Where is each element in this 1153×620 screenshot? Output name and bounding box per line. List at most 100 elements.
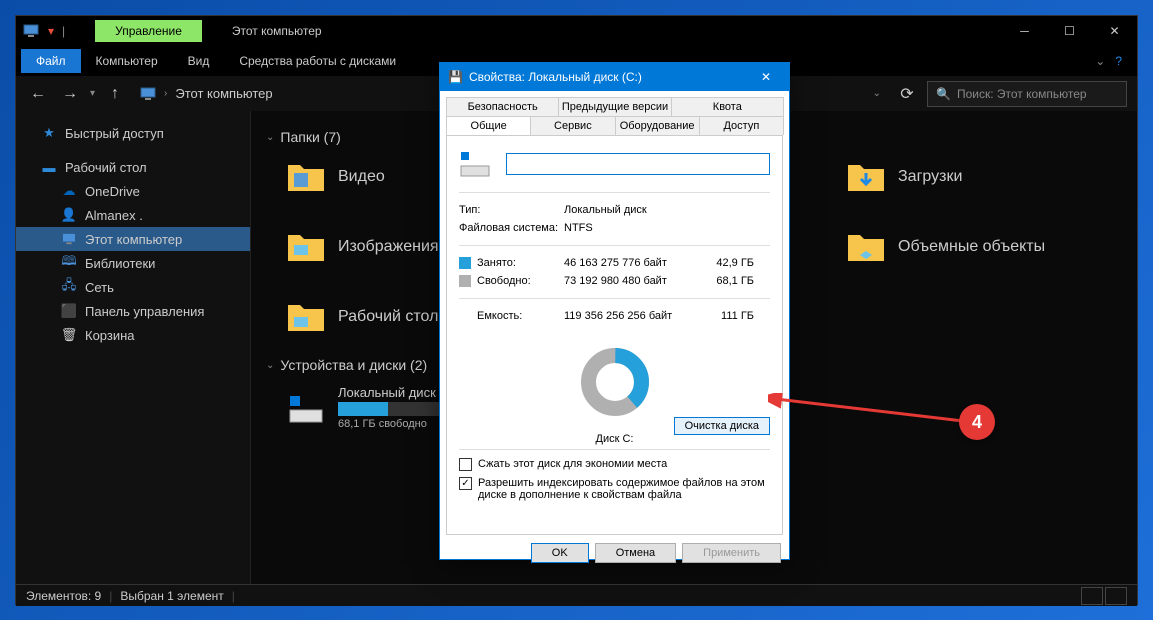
sidebar-recycle-bin[interactable]: 🗑Корзина — [16, 323, 250, 347]
used-gb: 42,9 ГБ — [694, 257, 754, 269]
folder-icon — [846, 157, 886, 197]
control-panel-icon: ⬛ — [61, 303, 77, 319]
libraries-icon: 🕮 — [61, 255, 77, 271]
type-label: Тип: — [459, 204, 564, 216]
menu-file[interactable]: Файл — [21, 49, 81, 73]
used-bytes: 46 163 275 776 байт — [564, 257, 694, 269]
apply-button[interactable]: Применить — [682, 543, 781, 563]
ok-button[interactable]: OK — [531, 543, 589, 563]
tab-access[interactable]: Доступ — [699, 116, 784, 135]
type-value: Локальный диск — [564, 204, 647, 216]
folder-downloads[interactable]: Загрузки — [846, 157, 1046, 197]
dialog-titlebar[interactable]: 💾 Свойства: Локальный диск (C:) ✕ — [440, 63, 789, 91]
network-icon: 🖧 — [61, 279, 77, 295]
close-button[interactable]: ✕ — [1092, 16, 1137, 46]
recycle-bin-icon: 🗑 — [61, 327, 77, 343]
drive-label-input[interactable] — [506, 153, 770, 175]
folder-icon — [286, 227, 326, 267]
pin-icon: ▾ — [48, 24, 54, 38]
menu-view[interactable]: Вид — [173, 49, 225, 73]
fs-label: Файловая система: — [459, 222, 564, 234]
desktop-icon: ▬ — [41, 159, 57, 175]
star-icon: ★ — [41, 125, 57, 141]
address-text: Этот компьютер — [175, 86, 272, 101]
dialog-close-button[interactable]: ✕ — [751, 70, 781, 84]
ribbon-manage-tab[interactable]: Управление — [95, 20, 202, 42]
status-selected: Выбран 1 элемент — [120, 589, 223, 603]
back-button[interactable]: ← — [26, 82, 50, 106]
this-pc-icon — [61, 231, 77, 247]
forward-button[interactable]: → — [58, 82, 82, 106]
refresh-button[interactable]: ⟳ — [895, 82, 919, 106]
index-checkbox-row[interactable]: ✓ Разрешить индексировать содержимое фай… — [459, 477, 770, 501]
free-gb: 68,1 ГБ — [694, 275, 754, 287]
sidebar-quick-access[interactable]: ★Быстрый доступ — [16, 121, 250, 145]
properties-dialog: 💾 Свойства: Локальный диск (C:) ✕ Безопа… — [439, 62, 790, 560]
used-label: Занято: — [477, 257, 516, 269]
this-pc-icon — [140, 87, 156, 101]
folder-icon — [286, 297, 326, 337]
free-label: Свободно: — [477, 275, 531, 287]
used-swatch — [459, 257, 471, 269]
tab-service[interactable]: Сервис — [530, 116, 615, 135]
index-label: Разрешить индексировать содержимое файло… — [478, 477, 770, 501]
tab-general[interactable]: Общие — [446, 116, 531, 135]
sidebar-this-pc[interactable]: Этот компьютер — [16, 227, 250, 251]
folder-icon — [846, 227, 886, 267]
this-pc-icon — [16, 16, 46, 46]
view-icons-button[interactable] — [1105, 587, 1127, 605]
annotation-badge: 4 — [959, 404, 995, 440]
compress-checkbox-row[interactable]: Сжать этот диск для экономии места — [459, 458, 770, 471]
drive-icon — [459, 148, 491, 180]
checkbox-checked-icon: ✓ — [459, 477, 472, 490]
capacity-label: Емкость: — [459, 310, 564, 322]
capacity-bytes: 119 356 256 256 байт — [564, 310, 694, 322]
disk-usage-donut — [580, 347, 650, 417]
cloud-icon: ☁ — [61, 183, 77, 199]
sidebar-user[interactable]: 👤Almanex . — [16, 203, 250, 227]
history-dropdown-icon[interactable]: ▾ — [90, 88, 95, 99]
drive-icon: 💾 — [448, 70, 463, 84]
titlebar: ▾ | Управление Этот компьютер ─ ☐ ✕ — [16, 16, 1137, 46]
user-icon: 👤 — [61, 207, 77, 223]
navigation-pane: ★Быстрый доступ ▬Рабочий стол ☁OneDrive … — [16, 111, 251, 584]
search-input[interactable]: 🔍 Поиск: Этот компьютер — [927, 81, 1127, 107]
tab-general-content: Тип:Локальный диск Файловая система:NTFS… — [446, 135, 783, 535]
sidebar-onedrive[interactable]: ☁OneDrive — [16, 179, 250, 203]
ribbon-expand-icon[interactable]: ⌄ — [1095, 54, 1105, 68]
tab-security[interactable]: Безопасность — [446, 97, 559, 116]
checkbox-unchecked-icon — [459, 458, 472, 471]
sidebar-desktop[interactable]: ▬Рабочий стол — [16, 155, 250, 179]
disk-cleanup-button[interactable]: Очистка диска — [674, 417, 770, 435]
folder-3d-objects[interactable]: Объемные объекты — [846, 227, 1046, 267]
sidebar-libraries[interactable]: 🕮Библиотеки — [16, 251, 250, 275]
menu-computer[interactable]: Компьютер — [81, 49, 173, 73]
drive-icon — [286, 388, 326, 428]
compress-label: Сжать этот диск для экономии места — [478, 458, 667, 470]
search-placeholder: Поиск: Этот компьютер — [957, 87, 1087, 101]
statusbar: Элементов: 9 | Выбран 1 элемент | — [16, 584, 1137, 606]
up-button[interactable]: ↑ — [103, 82, 127, 106]
disk-label: Диск C: — [596, 433, 634, 445]
search-icon: 🔍 — [936, 87, 951, 101]
sidebar-network[interactable]: 🖧Сеть — [16, 275, 250, 299]
minimize-button[interactable]: ─ — [1002, 16, 1047, 46]
view-details-button[interactable] — [1081, 587, 1103, 605]
dialog-title-text: Свойства: Локальный диск (C:) — [469, 70, 642, 84]
tab-hardware[interactable]: Оборудование — [615, 116, 700, 135]
menu-disk-tools[interactable]: Средства работы с дисками — [224, 49, 411, 73]
maximize-button[interactable]: ☐ — [1047, 16, 1092, 46]
help-icon[interactable]: ? — [1115, 54, 1122, 68]
ribbon-context-label: Этот компьютер — [202, 20, 352, 42]
cancel-button[interactable]: Отмена — [595, 543, 676, 563]
folder-icon — [286, 157, 326, 197]
status-elements: Элементов: 9 — [26, 589, 101, 603]
fs-value: NTFS — [564, 222, 593, 234]
free-bytes: 73 192 980 480 байт — [564, 275, 694, 287]
tab-quota[interactable]: Квота — [671, 97, 784, 116]
free-swatch — [459, 275, 471, 287]
address-dropdown-icon[interactable]: ⌄ — [873, 88, 881, 99]
tab-previous-versions[interactable]: Предыдущие версии — [558, 97, 671, 116]
capacity-gb: 111 ГБ — [694, 310, 754, 322]
sidebar-control-panel[interactable]: ⬛Панель управления — [16, 299, 250, 323]
